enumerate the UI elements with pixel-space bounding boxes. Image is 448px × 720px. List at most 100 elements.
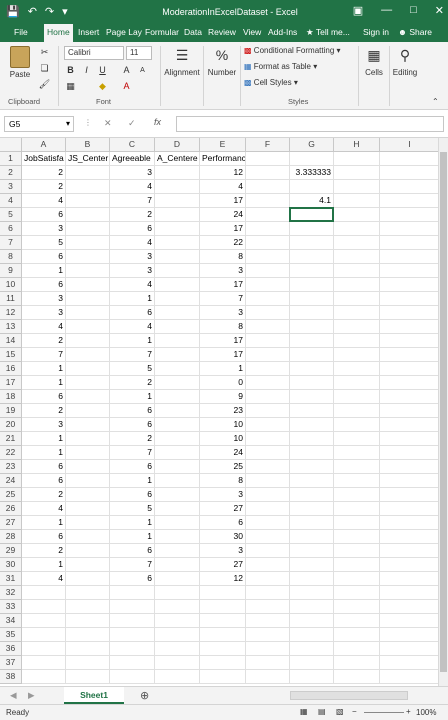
grid-cell[interactable] [380,306,440,320]
grid-cell[interactable] [66,376,110,390]
grid-cell[interactable] [290,306,334,320]
grid-cell[interactable] [334,670,380,684]
grid-cell[interactable] [334,488,380,502]
grid-cell[interactable]: 17 [200,222,246,236]
grid-cell[interactable] [155,530,200,544]
decrease-font-icon[interactable]: A [136,64,149,77]
grid-cell[interactable] [334,320,380,334]
grid-cell[interactable] [334,390,380,404]
column-header[interactable]: G [290,138,334,152]
grid-cell[interactable] [334,208,380,222]
grid-cell[interactable] [334,572,380,586]
grid-cell[interactable] [246,600,290,614]
grid-cell[interactable] [66,194,110,208]
grid-cell[interactable] [380,446,440,460]
cells-button[interactable]: ▦ Cells [360,46,388,77]
grid-cell[interactable]: 6 [22,278,66,292]
grid-cell[interactable] [290,250,334,264]
grid-cell[interactable] [380,516,440,530]
zoom-out-icon[interactable]: − [352,707,357,716]
grid-cell[interactable]: 5 [110,502,155,516]
grid-cell[interactable] [155,222,200,236]
grid-cell[interactable] [290,572,334,586]
grid-cell[interactable] [246,320,290,334]
grid-cell[interactable]: 4 [22,572,66,586]
grid-cell[interactable] [334,278,380,292]
share-button[interactable]: ☻ Share [398,27,432,37]
sign-in-link[interactable]: Sign in [363,27,389,37]
grid-cell[interactable] [290,600,334,614]
select-all-corner[interactable] [0,138,22,152]
grid-cell[interactable]: 1 [110,516,155,530]
grid-cell[interactable]: 6 [22,208,66,222]
grid-cell[interactable] [334,334,380,348]
grid-cell[interactable] [246,558,290,572]
grid-cell[interactable]: 1 [110,390,155,404]
grid-cell[interactable] [155,306,200,320]
grid-cell[interactable] [66,334,110,348]
row-header[interactable]: 29 [0,544,22,558]
grid-cell[interactable] [66,166,110,180]
grid-cell[interactable] [66,670,110,684]
grid-cell[interactable]: 27 [200,502,246,516]
grid-cell[interactable] [22,670,66,684]
row-header[interactable]: 35 [0,628,22,642]
row-header[interactable]: 18 [0,390,22,404]
grid-cell[interactable] [246,194,290,208]
grid-cell[interactable] [155,670,200,684]
grid-cell[interactable] [155,418,200,432]
grid-cell[interactable] [290,236,334,250]
grid-cell[interactable] [22,586,66,600]
grid-cell[interactable] [334,544,380,558]
grid-cell[interactable]: 4 [200,180,246,194]
grid-cell[interactable] [66,264,110,278]
grid-cell[interactable]: 6 [200,516,246,530]
grid-cell[interactable] [290,488,334,502]
grid-cell[interactable] [66,446,110,460]
grid-cell[interactable] [334,362,380,376]
grid-cell[interactable]: 7 [22,348,66,362]
grid-cell[interactable] [246,278,290,292]
grid-cell[interactable]: 8 [200,320,246,334]
grid-cell[interactable] [246,530,290,544]
grid-cell[interactable]: 3 [22,418,66,432]
grid-cell[interactable] [290,376,334,390]
prev-sheet-icon[interactable]: ◀ [10,690,17,701]
grid-cell[interactable] [66,488,110,502]
grid-cell[interactable]: A_Centere [155,152,200,166]
grid-cell[interactable]: 7 [200,292,246,306]
grid-cell[interactable] [290,208,334,222]
grid-cell[interactable] [66,320,110,334]
grid-cell[interactable] [334,642,380,656]
grid-cell[interactable] [246,460,290,474]
grid-cell[interactable] [155,446,200,460]
grid-cell[interactable]: 6 [110,306,155,320]
row-header[interactable]: 34 [0,614,22,628]
grid-cell[interactable] [155,656,200,670]
grid-cell[interactable] [380,530,440,544]
grid-cell[interactable] [380,320,440,334]
grid-cell[interactable]: 3 [200,306,246,320]
row-header[interactable]: 33 [0,600,22,614]
grid-cell[interactable]: 24 [200,446,246,460]
grid-cell[interactable] [290,432,334,446]
grid-cell[interactable]: 22 [200,236,246,250]
row-header[interactable]: 16 [0,362,22,376]
customize-qat-icon[interactable]: ▾ [62,5,68,18]
grid-cell[interactable] [380,362,440,376]
grid-cell[interactable]: 6 [22,474,66,488]
grid-cell[interactable] [380,250,440,264]
grid-cell[interactable] [334,194,380,208]
grid-cell[interactable] [200,628,246,642]
grid-cell[interactable] [155,292,200,306]
grid-cell[interactable] [66,628,110,642]
grid-cell[interactable] [155,572,200,586]
grid-cell[interactable] [246,502,290,516]
grid-cell[interactable]: 6 [22,250,66,264]
insert-function-icon[interactable]: fx [154,117,161,127]
grid-cell[interactable] [380,208,440,222]
grid-cell[interactable] [380,488,440,502]
row-header[interactable]: 30 [0,558,22,572]
grid-cell[interactable] [380,614,440,628]
grid-cell[interactable]: 4 [22,502,66,516]
